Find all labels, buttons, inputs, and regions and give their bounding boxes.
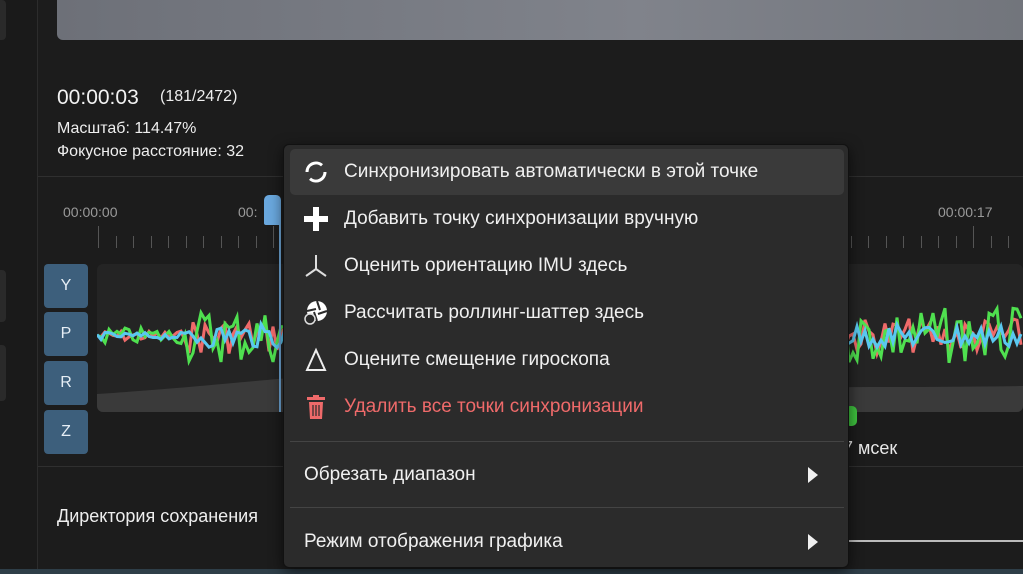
slider-track[interactable] xyxy=(849,540,1023,542)
menu-item-trim-range[interactable]: Обрезать диапазон xyxy=(290,452,844,498)
timeline-tick xyxy=(903,236,904,248)
timeline-tick xyxy=(920,236,922,248)
axis-z-button[interactable]: Z xyxy=(44,410,88,454)
menu-item-label: Обрезать диапазон xyxy=(304,464,476,485)
axes-icon xyxy=(302,252,330,280)
context-menu: Синхронизировать автоматически в этой то… xyxy=(283,144,849,568)
timeline-tick xyxy=(220,236,222,248)
timeline-tick xyxy=(203,236,204,248)
menu-item-label: Добавить точку синхронизации вручную xyxy=(344,208,699,229)
save-directory-label: Директория сохранения xyxy=(57,506,258,526)
plus-icon xyxy=(302,205,330,233)
playhead-handle[interactable] xyxy=(264,195,281,225)
focal-length-readout: Фокусное расстояние: 32 xyxy=(57,143,245,160)
axis-y-button[interactable]: Y xyxy=(44,264,88,308)
menu-item-graph-display-mode[interactable]: Режим отображения графика xyxy=(290,519,844,565)
menu-item-label: Удалить все точки синхронизации xyxy=(344,396,644,417)
timeline-tick xyxy=(973,226,974,248)
sidebar-panel xyxy=(0,345,6,401)
timeline-tick xyxy=(990,236,992,248)
menu-item-label: Оценить ориентацию IMU здесь xyxy=(344,255,628,276)
menu-item-gyro-offset[interactable]: Оцените смещение гироскопа xyxy=(290,337,844,383)
menu-item-delete-sync-points[interactable]: Удалить все точки синхронизации xyxy=(290,384,844,430)
timeline-tick xyxy=(273,226,274,248)
scale-readout: Масштаб: 114.47% xyxy=(57,120,197,137)
menu-item-label: Рассчитать роллинг-шаттер здесь xyxy=(344,302,645,323)
timeline-tick xyxy=(850,236,852,248)
menu-separator xyxy=(290,507,844,508)
menu-item-rolling-shutter[interactable]: Рассчитать роллинг-шаттер здесь xyxy=(290,290,844,336)
timeline-tick xyxy=(885,236,887,248)
timeline-tick xyxy=(150,236,152,248)
timeline-label: 00: xyxy=(238,204,258,220)
offset-label: 7 мсек xyxy=(843,438,898,458)
video-preview[interactable] xyxy=(57,0,1023,40)
menu-item-label: Режим отображения графика xyxy=(304,531,563,552)
frame-counter: (181/2472) xyxy=(160,88,238,105)
timeline-tick xyxy=(133,236,134,248)
timeline-tick xyxy=(98,226,99,248)
trash-icon xyxy=(302,393,330,421)
timeline-tick xyxy=(168,236,169,248)
bottom-bar xyxy=(0,569,1023,574)
timeline-tick xyxy=(185,236,187,248)
timeline-tick xyxy=(238,236,239,248)
timeline-label: 00:00:00 xyxy=(63,204,118,220)
menu-item-estimate-imu-orientation[interactable]: Оценить ориентацию IMU здесь xyxy=(290,243,844,289)
timeline-tick xyxy=(938,236,939,248)
timeline-tick xyxy=(1008,236,1009,248)
timeline-label: 00:00:17 xyxy=(938,204,993,220)
menu-item-label: Синхронизировать автоматически в этой то… xyxy=(344,161,759,182)
timeline-tick xyxy=(255,236,257,248)
shutter-icon xyxy=(302,299,330,327)
sidebar-panel xyxy=(0,0,6,40)
submenu-arrow-icon xyxy=(808,534,818,550)
menu-item-add-sync-point[interactable]: Добавить точку синхронизации вручную xyxy=(290,196,844,242)
timeline-tick xyxy=(955,236,957,248)
delta-icon xyxy=(302,346,330,374)
sidebar-panel xyxy=(0,270,6,322)
menu-item-auto-sync[interactable]: Синхронизировать автоматически в этой то… xyxy=(290,149,844,195)
axis-p-button[interactable]: P xyxy=(44,312,88,356)
submenu-arrow-icon xyxy=(808,467,818,483)
left-sidebar xyxy=(0,0,38,574)
sync-icon xyxy=(302,158,330,186)
current-time: 00:00:03 xyxy=(57,86,139,109)
playhead-line xyxy=(279,200,281,412)
menu-item-label: Оцените смещение гироскопа xyxy=(344,349,610,370)
timeline-tick xyxy=(868,236,869,248)
axis-r-button[interactable]: R xyxy=(44,361,88,405)
menu-separator xyxy=(290,441,844,442)
timeline-tick xyxy=(115,236,117,248)
